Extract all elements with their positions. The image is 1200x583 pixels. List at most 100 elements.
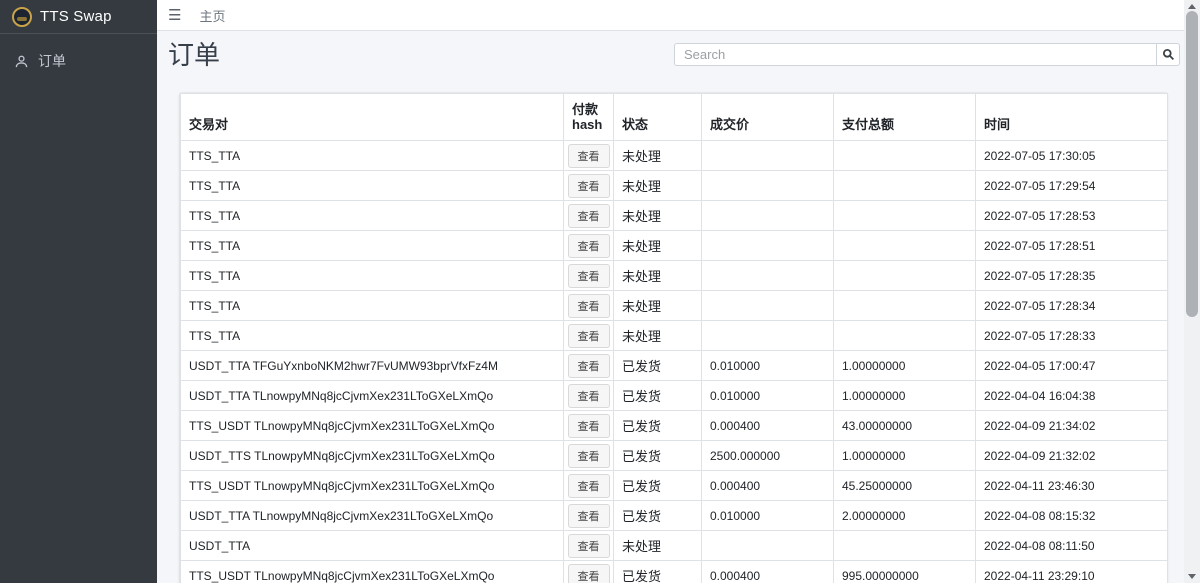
table-row: TTS_USDT TLnowpyMNq8jcCjvmXex231LToGXeLX… [181, 471, 1168, 501]
status-cell: 未处理 [614, 141, 702, 171]
orders-table-body: TTS_TTA查看未处理2022-07-05 17:30:05TTS_TTA查看… [181, 141, 1168, 583]
time-cell: 2022-07-05 17:28:34 [976, 291, 1168, 321]
scrollbar-thumb[interactable] [1186, 11, 1198, 317]
view-button[interactable]: 查看 [568, 264, 610, 288]
brand[interactable]: TTS Swap [0, 0, 157, 34]
price-cell: 0.010000 [702, 351, 834, 381]
hash-cell: 查看 [564, 381, 614, 411]
price-cell [702, 201, 834, 231]
total-cell [834, 291, 976, 321]
main-area: ☰ 主页 订单 交易对 付款 h [157, 0, 1200, 583]
search-button[interactable] [1156, 43, 1180, 66]
hash-cell: 查看 [564, 141, 614, 171]
hash-cell: 查看 [564, 501, 614, 531]
hash-cell: 查看 [564, 441, 614, 471]
time-cell: 2022-04-11 23:46:30 [976, 471, 1168, 501]
hash-cell: 查看 [564, 351, 614, 381]
price-cell [702, 231, 834, 261]
price-cell: 2500.000000 [702, 441, 834, 471]
total-cell [834, 231, 976, 261]
status-cell: 未处理 [614, 231, 702, 261]
topbar: ☰ 主页 [157, 0, 1200, 31]
orders-table: 交易对 付款 hash 状态 成交价 支付总额 时间 TTS_TTA查看未处理2… [180, 93, 1168, 583]
sidebar-item-orders[interactable]: 订单 [0, 43, 157, 79]
col-header-price: 成交价 [702, 94, 834, 141]
view-button[interactable]: 查看 [568, 144, 610, 168]
status-cell: 已发货 [614, 471, 702, 501]
content: 订单 交易对 付款 hash 状态 [157, 31, 1200, 583]
table-row: USDT_TTS TLnowpyMNq8jcCjvmXex231LToGXeLX… [181, 441, 1168, 471]
view-button[interactable]: 查看 [568, 564, 610, 583]
status-cell: 已发货 [614, 411, 702, 441]
view-button[interactable]: 查看 [568, 354, 610, 378]
price-cell [702, 141, 834, 171]
time-cell: 2022-07-05 17:28:53 [976, 201, 1168, 231]
col-header-pair: 交易对 [181, 94, 564, 141]
brand-logo-icon [12, 7, 32, 27]
scroll-down-arrow-icon[interactable] [1188, 574, 1196, 579]
time-cell: 2022-07-05 17:29:54 [976, 171, 1168, 201]
hash-cell: 查看 [564, 531, 614, 561]
table-row: TTS_TTA查看未处理2022-07-05 17:28:35 [181, 261, 1168, 291]
total-cell: 2.00000000 [834, 501, 976, 531]
hash-cell: 查看 [564, 261, 614, 291]
price-cell: 0.010000 [702, 501, 834, 531]
total-cell [834, 261, 976, 291]
pair-cell: TTS_TTA [181, 141, 564, 171]
hash-cell: 查看 [564, 561, 614, 583]
user-icon [14, 54, 29, 69]
total-cell: 45.25000000 [834, 471, 976, 501]
price-cell [702, 171, 834, 201]
col-header-hash: 付款 hash [564, 94, 614, 141]
view-button[interactable]: 查看 [568, 384, 610, 408]
view-button[interactable]: 查看 [568, 294, 610, 318]
status-cell: 已发货 [614, 351, 702, 381]
table-row: TTS_TTA查看未处理2022-07-05 17:29:54 [181, 171, 1168, 201]
time-cell: 2022-07-05 17:30:05 [976, 141, 1168, 171]
view-button[interactable]: 查看 [568, 414, 610, 438]
price-cell [702, 531, 834, 561]
table-row: TTS_USDT TLnowpyMNq8jcCjvmXex231LToGXeLX… [181, 561, 1168, 583]
view-button[interactable]: 查看 [568, 474, 610, 498]
total-cell: 1.00000000 [834, 441, 976, 471]
hash-cell: 查看 [564, 411, 614, 441]
page-title: 订单 [168, 35, 220, 72]
time-cell: 2022-04-09 21:34:02 [976, 411, 1168, 441]
view-button[interactable]: 查看 [568, 324, 610, 348]
view-button[interactable]: 查看 [568, 444, 610, 468]
search-input[interactable] [674, 43, 1156, 66]
status-cell: 已发货 [614, 561, 702, 583]
total-cell [834, 171, 976, 201]
scrollbar[interactable] [1184, 0, 1200, 583]
breadcrumb-home[interactable]: 主页 [199, 6, 225, 25]
status-cell: 已发货 [614, 441, 702, 471]
sidebar: TTS Swap 订单 [0, 0, 157, 583]
table-header-row: 交易对 付款 hash 状态 成交价 支付总额 时间 [181, 94, 1168, 141]
total-cell: 1.00000000 [834, 381, 976, 411]
col-header-status: 状态 [614, 94, 702, 141]
table-row: USDT_TTA查看未处理2022-04-08 08:11:50 [181, 531, 1168, 561]
time-cell: 2022-07-05 17:28:33 [976, 321, 1168, 351]
view-button[interactable]: 查看 [568, 174, 610, 198]
scroll-up-arrow-icon[interactable] [1188, 4, 1196, 9]
hash-cell: 查看 [564, 291, 614, 321]
pair-cell: TTS_TTA [181, 261, 564, 291]
time-cell: 2022-04-04 16:04:38 [976, 381, 1168, 411]
table-row: USDT_TTA TLnowpyMNq8jcCjvmXex231LToGXeLX… [181, 501, 1168, 531]
price-cell: 0.000400 [702, 561, 834, 583]
view-button[interactable]: 查看 [568, 204, 610, 228]
menu-toggle-icon[interactable]: ☰ [168, 8, 181, 23]
view-button[interactable]: 查看 [568, 234, 610, 258]
view-button[interactable]: 查看 [568, 504, 610, 528]
table-row: TTS_TTA查看未处理2022-07-05 17:28:53 [181, 201, 1168, 231]
total-cell: 995.00000000 [834, 561, 976, 583]
pair-cell: TTS_TTA [181, 201, 564, 231]
table-row: TTS_USDT TLnowpyMNq8jcCjvmXex231LToGXeLX… [181, 411, 1168, 441]
price-cell: 0.000400 [702, 411, 834, 441]
pair-cell: TTS_TTA [181, 321, 564, 351]
col-header-total: 支付总额 [834, 94, 976, 141]
table-row: TTS_TTA查看未处理 2022-07-05 17:30:05 [181, 141, 1168, 171]
view-button[interactable]: 查看 [568, 534, 610, 558]
time-cell: 2022-07-05 17:28:35 [976, 261, 1168, 291]
time-cell: 2022-04-11 23:29:10 [976, 561, 1168, 583]
